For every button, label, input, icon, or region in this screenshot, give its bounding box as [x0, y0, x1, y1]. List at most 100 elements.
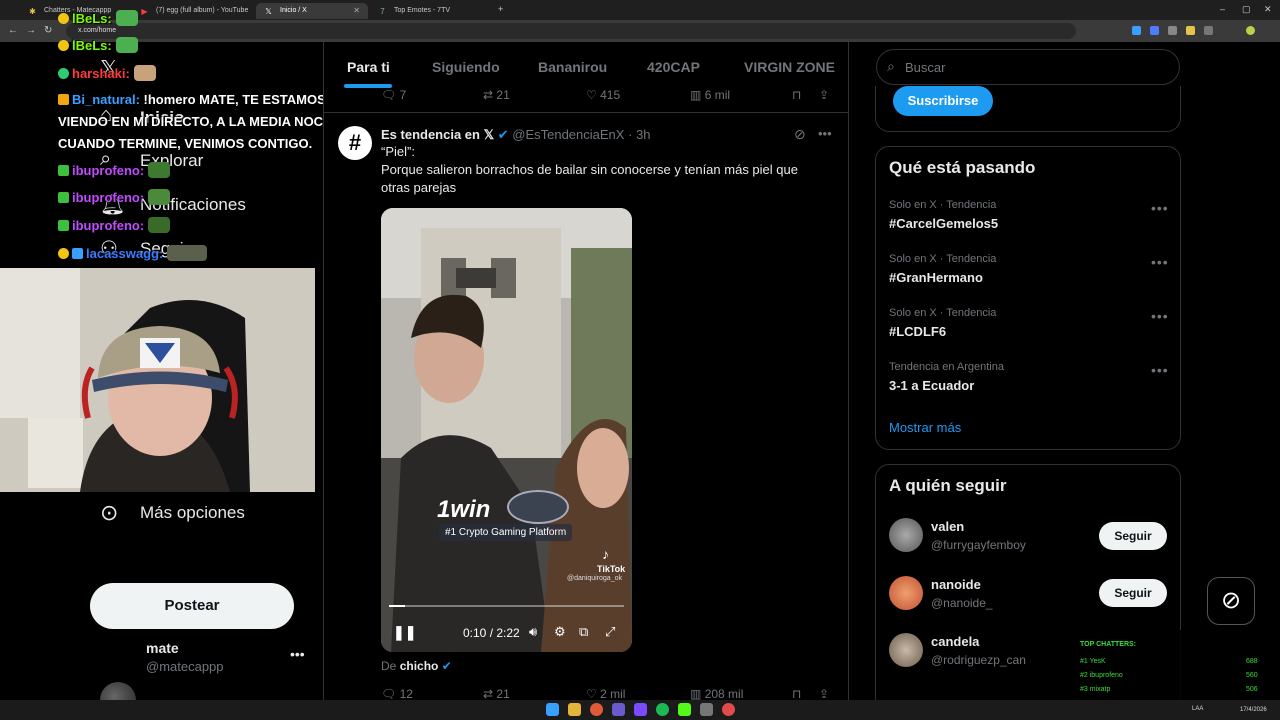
back-icon[interactable]: ←	[8, 25, 18, 36]
grok-icon[interactable]: ⊘	[794, 126, 806, 143]
minimize-button[interactable]: –	[1220, 4, 1225, 14]
trends-title: Qué está pasando	[889, 158, 1036, 177]
trend-menu-icon[interactable]: •••	[1151, 308, 1169, 324]
follow-handle: @furrygayfemboy	[931, 538, 1026, 552]
reload-icon[interactable]: ↻	[44, 25, 52, 36]
close-icon[interactable]: ✕	[353, 6, 360, 15]
more-options[interactable]: Más opciones	[140, 503, 245, 523]
trend-item[interactable]: #CarcelGemelos5	[889, 216, 998, 231]
trend-meta: Solo en X · Tendencia	[889, 199, 997, 211]
follow-button[interactable]: Seguir	[1099, 522, 1167, 550]
avatar[interactable]	[889, 518, 923, 552]
like-button[interactable]: ♡ 2 mil	[586, 687, 625, 700]
trend-item[interactable]: #GranHermano	[889, 270, 983, 285]
ad-logo-icon	[507, 490, 569, 524]
volume-icon[interactable]: 🔊︎	[529, 624, 537, 640]
forward-icon[interactable]: →	[26, 25, 36, 36]
reply-button[interactable]: 🗨︎ 7	[381, 88, 406, 102]
avatar[interactable]	[889, 633, 923, 667]
emote-icon	[115, 10, 138, 26]
spotify-icon[interactable]	[656, 703, 669, 716]
7tv-icon: 7	[380, 7, 385, 16]
trend-menu-icon[interactable]: •••	[1151, 362, 1169, 378]
clock-date[interactable]: 17/4/2026	[1240, 707, 1267, 713]
post-menu-icon[interactable]: •••	[818, 126, 832, 141]
account-menu-icon[interactable]: •••	[290, 646, 305, 662]
trend-item[interactable]: #LCDLF6	[889, 324, 946, 339]
kick-icon[interactable]	[678, 703, 691, 716]
extension-icon[interactable]	[1186, 26, 1195, 35]
repost-button[interactable]: ⇄ 21	[483, 687, 510, 700]
post-time[interactable]: 3h	[636, 127, 650, 142]
share-icon[interactable]: ⇪	[819, 88, 829, 102]
url-field[interactable]: x.com/home	[66, 23, 1076, 39]
video-player[interactable]: 1win #1 Crypto Gaming Platform ♪ TikTok …	[381, 208, 632, 652]
language-indicator[interactable]: LAA	[1192, 706, 1203, 712]
tab-youtube[interactable]: ▶ (7) egg (full album) - YouTube	[132, 3, 256, 19]
pip-icon[interactable]: ⧉	[579, 624, 588, 640]
search-input[interactable]: ⌕ Buscar	[876, 49, 1180, 85]
source-user[interactable]: chicho	[400, 659, 439, 673]
chrome-icon[interactable]	[590, 703, 603, 716]
bookmark-icon[interactable]: ⊓	[792, 88, 801, 102]
folder-icon[interactable]	[568, 703, 581, 716]
tab-x-home[interactable]: 𝕏 Inicio / X ✕	[256, 3, 368, 19]
tab-420cap[interactable]: 420CAP	[647, 59, 700, 75]
follow-name[interactable]: valen	[931, 519, 964, 534]
reply-button[interactable]: 🗨︎ 12	[381, 687, 413, 700]
badge-icon	[58, 68, 69, 79]
app-icon[interactable]	[634, 703, 647, 716]
follow-name[interactable]: nanoide	[931, 577, 981, 592]
app-icon[interactable]	[612, 703, 625, 716]
tab-siguiendo[interactable]: Siguiendo	[432, 59, 500, 75]
trend-menu-icon[interactable]: •••	[1151, 254, 1169, 270]
trend-menu-icon[interactable]: •••	[1151, 200, 1169, 216]
trends-box	[875, 146, 1181, 450]
verified-icon: ✔	[497, 127, 509, 142]
post-button[interactable]: Postear	[90, 583, 294, 629]
like-button[interactable]: ♡ 415	[586, 88, 620, 102]
maximize-button[interactable]: ▢	[1242, 4, 1251, 15]
chatter-rank: #2 ibuprofeno	[1080, 672, 1123, 679]
follow-button[interactable]: Seguir	[1099, 579, 1167, 607]
follow-name[interactable]: candela	[931, 634, 979, 649]
trend-item[interactable]: 3-1 a Ecuador	[889, 378, 974, 393]
new-tab-button[interactable]: +	[498, 4, 503, 14]
chat-message: Bi_natural: !homero MATE, TE ESTAMOS	[58, 92, 326, 107]
views-button[interactable]: ▥ 208 mil	[690, 687, 743, 700]
emote-icon	[148, 217, 171, 233]
extension-icon[interactable]	[1168, 26, 1177, 35]
share-icon[interactable]: ⇪	[819, 687, 829, 700]
grok-button[interactable]: ⊘	[1207, 577, 1255, 625]
post-handle[interactable]: @EsTendenciaEnX	[512, 127, 624, 142]
subscribe-button[interactable]: Suscribirse	[893, 86, 993, 116]
pause-icon[interactable]: ❚❚	[393, 624, 416, 641]
bookmark-icon[interactable]: ⊓	[792, 687, 801, 700]
app-icon[interactable]	[722, 703, 735, 716]
video-progress-track[interactable]	[389, 605, 624, 607]
tab-virgin-zone[interactable]: VIRGIN ZONE	[744, 59, 835, 75]
settings-icon[interactable]: ⚙	[554, 624, 566, 640]
extension-icon[interactable]	[1204, 26, 1213, 35]
profile-avatar[interactable]	[1246, 26, 1255, 35]
close-window-button[interactable]: ✕	[1264, 4, 1272, 15]
post-author[interactable]: Es tendencia en	[381, 127, 480, 142]
fullscreen-icon[interactable]: ⤢	[605, 624, 615, 640]
avatar[interactable]	[889, 576, 923, 610]
extension-icon[interactable]	[1150, 26, 1159, 35]
app-icon[interactable]	[700, 703, 713, 716]
tab-bananirou[interactable]: Bananirou	[538, 59, 607, 75]
tab-7tv[interactable]: 7 Top Emotes - 7TV	[370, 3, 494, 19]
right-column: ⌕ Buscar Suscribirse Qué está pasando So…	[849, 42, 1280, 704]
show-more-link[interactable]: Mostrar más	[889, 420, 961, 435]
chatter-rank: #1 YesK	[1080, 658, 1106, 665]
post-avatar[interactable]: #	[338, 126, 372, 160]
repost-button[interactable]: ⇄ 21	[483, 88, 510, 102]
badge-icon	[58, 192, 69, 203]
views-button[interactable]: ▥ 6 mil	[690, 88, 730, 102]
chart-icon: ▥	[690, 687, 702, 700]
tab-para-ti[interactable]: Para ti	[347, 59, 390, 75]
extension-icon[interactable]	[1132, 26, 1141, 35]
follow-title: A quién seguir	[889, 476, 1007, 495]
start-icon[interactable]	[546, 703, 559, 716]
